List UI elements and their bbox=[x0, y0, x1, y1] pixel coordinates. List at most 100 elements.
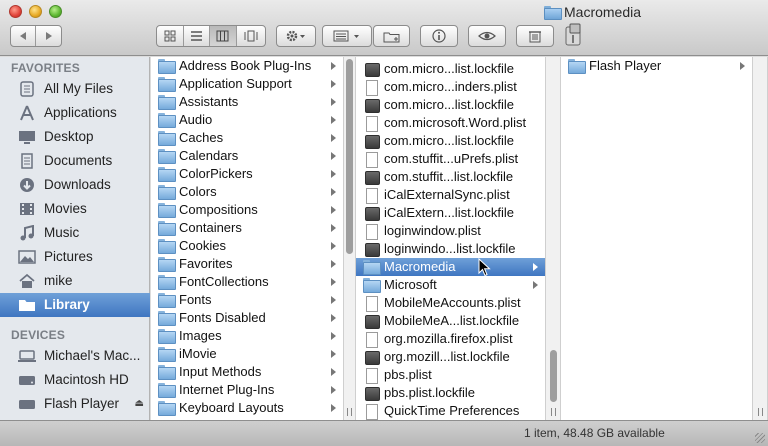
delete-button[interactable] bbox=[516, 25, 554, 47]
column-preferences[interactable]: com.micro...list.lockfile com.micro...ind… bbox=[356, 57, 546, 420]
sidebar-item-desktop[interactable]: Desktop bbox=[0, 125, 150, 149]
list-item[interactable]: iMovie bbox=[151, 345, 343, 363]
zoom-window-button[interactable] bbox=[49, 5, 62, 18]
column-3-resizer[interactable] bbox=[753, 57, 768, 420]
list-item[interactable]: Audio bbox=[151, 111, 343, 129]
back-button[interactable] bbox=[11, 26, 37, 46]
action-menu-button[interactable] bbox=[276, 25, 316, 47]
documents-icon bbox=[18, 153, 36, 169]
list-item[interactable]: Colors bbox=[151, 183, 343, 201]
column-view-button[interactable] bbox=[210, 26, 237, 46]
back-forward-control bbox=[10, 25, 62, 47]
sidebar-item-all-my-files[interactable]: All My Files bbox=[0, 77, 150, 101]
item-label: pbs.plist bbox=[384, 367, 432, 382]
column-resize-handle[interactable] bbox=[347, 408, 352, 416]
list-item[interactable]: com.micro...list.lockfile bbox=[356, 96, 545, 114]
list-item[interactable]: Microsoft bbox=[356, 276, 545, 294]
list-item[interactable]: Assistants bbox=[151, 93, 343, 111]
list-item[interactable]: pbs.plist.lockfile bbox=[356, 384, 545, 402]
list-item[interactable]: Input Methods bbox=[151, 363, 343, 381]
folder-icon bbox=[158, 239, 176, 254]
list-item[interactable]: MobileMeA...list.lockfile bbox=[356, 312, 545, 330]
list-item[interactable]: QuickTime Preferences bbox=[356, 402, 545, 420]
sidebar-item-michael-s-mac[interactable]: Michael's Mac... bbox=[0, 344, 150, 368]
list-item[interactable]: org.mozilla.firefox.plist bbox=[356, 330, 545, 348]
minimize-window-button[interactable] bbox=[29, 5, 42, 18]
sidebar-item-label: Applications bbox=[44, 105, 117, 120]
list-item[interactable]: Fonts Disabled bbox=[151, 309, 343, 327]
column-2-scrollbar[interactable] bbox=[550, 350, 557, 402]
list-item[interactable]: FontCollections bbox=[151, 273, 343, 291]
list-item[interactable]: Favorites bbox=[151, 255, 343, 273]
list-item[interactable]: MobileMeAccounts.plist bbox=[356, 294, 545, 312]
forward-button[interactable] bbox=[36, 26, 61, 46]
new-folder-button[interactable] bbox=[373, 25, 410, 47]
eject-icon[interactable]: ⏏ bbox=[135, 398, 144, 409]
list-item[interactable]: Calendars bbox=[151, 147, 343, 165]
list-view-icon bbox=[190, 31, 202, 41]
disclosure-arrow-icon bbox=[331, 134, 336, 142]
coverflow-view-button[interactable] bbox=[237, 26, 265, 46]
list-item[interactable]: com.micro...list.lockfile bbox=[356, 132, 545, 150]
list-item[interactable]: com.stuffit...list.lockfile bbox=[356, 168, 545, 186]
list-item[interactable]: Keyboard Layouts bbox=[151, 399, 343, 417]
list-item[interactable]: Cookies bbox=[151, 237, 343, 255]
sidebar-item-flash-player[interactable]: Flash Player ⏏ bbox=[0, 392, 150, 416]
document-icon bbox=[363, 224, 379, 240]
list-item[interactable]: com.micro...list.lockfile bbox=[356, 60, 545, 78]
list-item[interactable]: org.mozill...list.lockfile bbox=[356, 348, 545, 366]
list-item[interactable]: Application Support bbox=[151, 75, 343, 93]
sidebar-item-downloads[interactable]: Downloads bbox=[0, 173, 150, 197]
list-item[interactable]: Flash Player bbox=[561, 57, 752, 75]
sidebar-item-pictures[interactable]: Pictures bbox=[0, 245, 150, 269]
close-window-button[interactable] bbox=[9, 5, 22, 18]
disclosure-arrow-icon bbox=[533, 263, 538, 271]
column-resize-handle[interactable] bbox=[758, 408, 763, 416]
column-1-resizer[interactable] bbox=[344, 57, 356, 420]
sidebar-item-documents[interactable]: Documents bbox=[0, 149, 150, 173]
list-item[interactable]: Images bbox=[151, 327, 343, 345]
window-resize-handle[interactable] bbox=[755, 433, 765, 443]
sidebar-item-mike[interactable]: mike bbox=[0, 269, 150, 293]
column-library[interactable]: Address Book Plug-Ins Application Support… bbox=[151, 57, 344, 420]
disclosure-arrow-icon bbox=[331, 332, 336, 340]
arrange-menu-button[interactable] bbox=[322, 25, 372, 47]
sidebar-item-label: Flash Player bbox=[44, 396, 120, 411]
list-item[interactable]: iCalExtern...list.lockfile bbox=[356, 204, 545, 222]
column-macromedia[interactable]: Flash Player bbox=[561, 57, 753, 420]
sidebar-item-applications[interactable]: Applications bbox=[0, 101, 150, 125]
folder-icon bbox=[158, 203, 176, 218]
sidebar-item-macintosh-hd[interactable]: Macintosh HD bbox=[0, 368, 150, 392]
list-item[interactable]: com.microsoft.Word.plist bbox=[356, 114, 545, 132]
column-resize-handle[interactable] bbox=[551, 408, 556, 416]
list-item[interactable]: Macromedia bbox=[356, 258, 545, 276]
column-1-scrollbar[interactable] bbox=[346, 59, 353, 254]
list-item[interactable]: iCalExternalSync.plist bbox=[356, 186, 545, 204]
list-item[interactable]: com.micro...inders.plist bbox=[356, 78, 545, 96]
list-item[interactable]: com.stuffit...uPrefs.plist bbox=[356, 150, 545, 168]
list-item[interactable]: Containers bbox=[151, 219, 343, 237]
icon-view-button[interactable] bbox=[157, 26, 184, 46]
list-item[interactable]: Address Book Plug-Ins bbox=[151, 57, 343, 75]
list-item[interactable]: Internet Plug-Ins bbox=[151, 381, 343, 399]
sidebar-item-library[interactable]: Library bbox=[0, 293, 150, 317]
list-item[interactable]: loginwindow.plist bbox=[356, 222, 545, 240]
list-item[interactable]: loginwindo...list.lockfile bbox=[356, 240, 545, 258]
sidebar-item-music[interactable]: Music bbox=[0, 221, 150, 245]
lockfile-icon bbox=[363, 242, 380, 257]
disclosure-arrow-icon bbox=[331, 386, 336, 394]
list-item[interactable]: Compositions bbox=[151, 201, 343, 219]
disclosure-arrow-icon bbox=[331, 98, 336, 106]
sidebar-item-movies[interactable]: Movies bbox=[0, 197, 150, 221]
list-item[interactable]: ColorPickers bbox=[151, 165, 343, 183]
column-2-resizer[interactable] bbox=[546, 57, 561, 420]
quick-look-button[interactable] bbox=[468, 25, 506, 47]
document-icon bbox=[363, 188, 379, 204]
list-item[interactable]: Caches bbox=[151, 129, 343, 147]
movies-icon bbox=[18, 201, 36, 217]
list-view-button[interactable] bbox=[184, 26, 211, 46]
stuffit-toolbar-icon[interactable] bbox=[562, 23, 588, 49]
get-info-button[interactable] bbox=[420, 25, 458, 47]
list-item[interactable]: Fonts bbox=[151, 291, 343, 309]
list-item[interactable]: pbs.plist bbox=[356, 366, 545, 384]
